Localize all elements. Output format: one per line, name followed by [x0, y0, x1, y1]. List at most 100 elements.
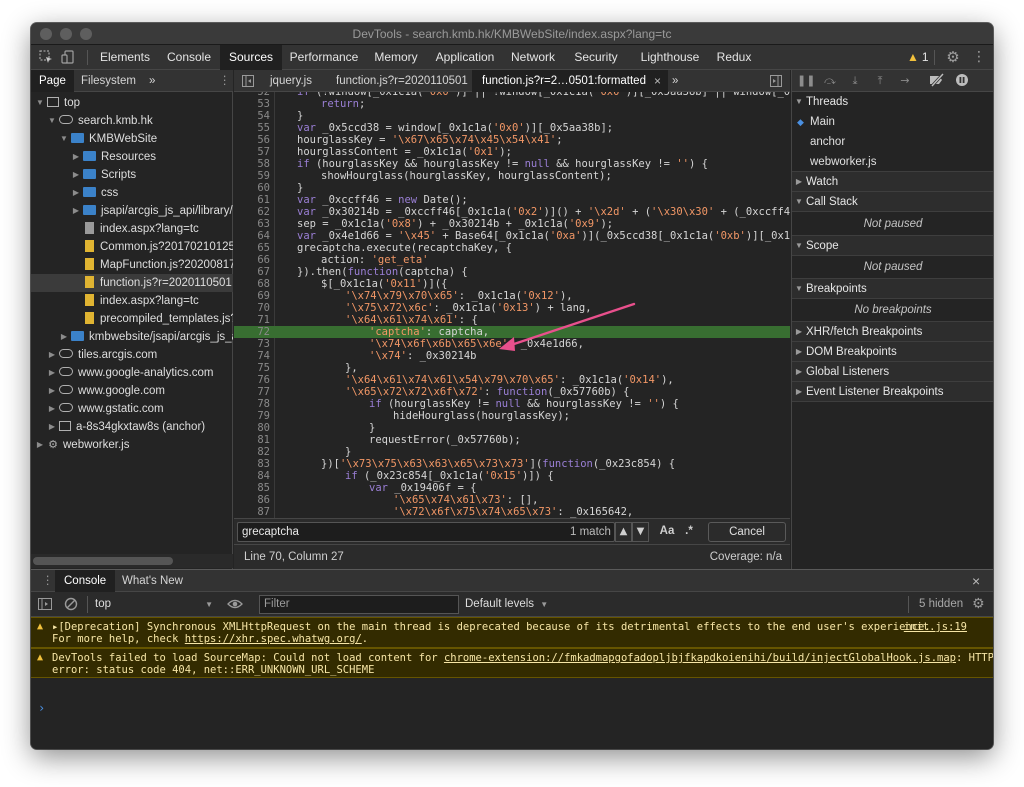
tree-item[interactable]: ▶ tiles.arcgis.com	[31, 346, 233, 364]
step-into-icon[interactable]: ⤓	[847, 73, 863, 89]
line-number[interactable]: 74	[234, 350, 270, 362]
clear-console-icon[interactable]	[64, 597, 78, 611]
console-settings-gear-icon[interactable]: ⚙	[972, 596, 985, 612]
drawer-tab-console[interactable]: Console	[55, 570, 116, 592]
pause-on-exceptions-icon[interactable]	[954, 73, 970, 89]
toggle-navigator-icon[interactable]	[240, 70, 256, 92]
collapsed-arrow-icon[interactable]: ▶	[71, 148, 81, 166]
live-expression-eye-icon[interactable]	[227, 597, 243, 611]
code-line[interactable]: 61 var _0xccff46 = new Date();	[234, 194, 790, 206]
code-line[interactable]: 64 var _0x4e1d66 = '\x45' + Base64[_0x1c1…	[234, 230, 790, 242]
xhr-breakpoints-header[interactable]: ▶ XHR/fetch Breakpoints	[792, 322, 993, 342]
tree-item[interactable]: ▶ css	[31, 184, 233, 202]
close-drawer-icon[interactable]: ×	[963, 570, 989, 592]
line-number[interactable]: 66	[234, 254, 270, 266]
code-line[interactable]: 59 showHourglass(hourglassKey, hourglassC…	[234, 170, 790, 182]
line-number[interactable]: 54	[234, 110, 270, 122]
log-levels-dropdown[interactable]: Default levels ▼	[465, 592, 548, 617]
code-line[interactable]: 74 '\x74': _0x30214b	[234, 350, 790, 362]
collapsed-arrow-icon[interactable]: ▶	[59, 328, 69, 346]
code-line[interactable]: 56 hourglassKey = '\x67\x65\x74\x45\x54\x…	[234, 134, 790, 146]
expanded-arrow-icon[interactable]: ▼	[47, 112, 57, 130]
line-number[interactable]: 57	[234, 146, 270, 158]
code-line[interactable]: 84 if (_0x23c854[_0x1c1a('0x15')]) {	[234, 470, 790, 482]
scope-header[interactable]: ▼ Scope	[792, 236, 993, 256]
code-line[interactable]: 76 '\x64\x61\x74\x61\x54\x79\x70\x65': _0…	[234, 374, 790, 386]
collapsed-arrow-icon[interactable]: ▶	[35, 436, 45, 454]
cancel-search-button[interactable]: Cancel	[708, 522, 786, 542]
xhr-spec-link[interactable]: https://xhr.spec.whatwg.org/	[185, 633, 362, 645]
tree-item[interactable]: ▶ Scripts	[31, 166, 233, 184]
coverage-status[interactable]: Coverage: n/a	[710, 545, 782, 570]
tree-item[interactable]: ▶ a-8s34gkxtaw8s (anchor)	[31, 418, 233, 436]
expanded-arrow-icon[interactable]: ▼	[35, 94, 45, 112]
line-number[interactable]: 86	[234, 494, 270, 506]
line-number[interactable]: 58	[234, 158, 270, 170]
tab-sources[interactable]: Sources	[220, 45, 282, 70]
code-line[interactable]: 87 '\x72\x6f\x75\x74\x65\x73': _0x165642,	[234, 506, 790, 518]
code-line[interactable]: 78 if (hourglassKey != null && hourglassK…	[234, 398, 790, 410]
collapsed-arrow-icon[interactable]: ▶	[71, 166, 81, 184]
next-match-icon[interactable]: ▼	[632, 522, 649, 542]
line-number[interactable]: 59	[234, 170, 270, 182]
code-line[interactable]: 80}	[234, 422, 790, 434]
dom-breakpoints-header[interactable]: ▶ DOM Breakpoints	[792, 342, 993, 362]
watch-header[interactable]: ▶ Watch	[792, 172, 993, 192]
tab-security[interactable]: Security	[568, 45, 624, 70]
event-listener-breakpoints-header[interactable]: ▶ Event Listener Breakpoints	[792, 382, 993, 402]
pause-icon[interactable]: ❚❚	[797, 73, 815, 89]
toggle-debugger-icon[interactable]	[768, 70, 784, 92]
tree-item[interactable]: ▶ Resources	[31, 148, 233, 166]
show-sidebar-icon[interactable]	[38, 597, 52, 611]
collapsed-arrow-icon[interactable]: ▶	[47, 400, 57, 418]
tree-item[interactable]: function.js?r=2020110501	[31, 274, 233, 292]
tab-redux[interactable]: Redux	[713, 45, 755, 70]
thread-main[interactable]: ◆ Main	[792, 112, 993, 132]
code-line[interactable]: 67}).then(function(captcha) {	[234, 266, 790, 278]
call-stack-header[interactable]: ▼ Call Stack	[792, 192, 993, 212]
line-number[interactable]: 61	[234, 194, 270, 206]
console-warning-message[interactable]: ▲ DevTools failed to load SourceMap: Cou…	[31, 648, 993, 678]
line-number[interactable]: 80	[234, 422, 270, 434]
line-number[interactable]: 81	[234, 434, 270, 446]
thread-webworker[interactable]: webworker.js	[792, 152, 993, 172]
tree-item[interactable]: ▼ search.kmb.hk	[31, 112, 233, 130]
scrollbar-thumb[interactable]	[33, 557, 173, 565]
previous-match-icon[interactable]: ▲	[615, 522, 632, 542]
code-line[interactable]: 75},	[234, 362, 790, 374]
tree-item[interactable]: ▶ jsapi/arcgis_js_api/library/3.	[31, 202, 233, 220]
expanded-arrow-icon[interactable]: ▼	[59, 130, 69, 148]
tree-item[interactable]: ▼ KMBWebSite	[31, 130, 233, 148]
code-line[interactable]: 79 hideHourglass(hourglassKey);	[234, 410, 790, 422]
tab-application[interactable]: Application	[431, 45, 499, 70]
device-toolbar-icon[interactable]	[60, 49, 76, 65]
editor-tab-jquery[interactable]: jquery.js	[262, 70, 320, 92]
line-number[interactable]: 67	[234, 266, 270, 278]
code-line[interactable]: 86 '\x65\x74\x61\x73': [],	[234, 494, 790, 506]
line-number[interactable]: 84	[234, 470, 270, 482]
match-case-button[interactable]: Aa	[656, 522, 678, 542]
line-number[interactable]: 63	[234, 218, 270, 230]
line-number[interactable]: 75	[234, 362, 270, 374]
tab-console[interactable]: Console	[162, 45, 216, 70]
tab-performance[interactable]: Performance	[286, 45, 362, 70]
code-line[interactable]: 66 action: 'get_eta'	[234, 254, 790, 266]
code-line[interactable]: 55 var _0x5ccd38 = window[_0x1c1a('0x0')]…	[234, 122, 790, 134]
line-number[interactable]: 60	[234, 182, 270, 194]
line-number[interactable]: 85	[234, 482, 270, 494]
tree-item[interactable]: index.aspx?lang=tc	[31, 220, 233, 238]
global-listeners-header[interactable]: ▶ Global Listeners	[792, 362, 993, 382]
step-icon[interactable]: →	[897, 73, 913, 89]
tree-item[interactable]: ▼ top	[31, 94, 233, 112]
tab-page[interactable]: Page	[31, 70, 74, 92]
tree-item[interactable]: Common.js?20170210125	[31, 238, 233, 256]
code-line[interactable]: 65 grecaptcha.execute(recaptchaKey, {	[234, 242, 790, 254]
line-number[interactable]: 78	[234, 398, 270, 410]
code-line[interactable]: 58 if (hourglassKey && hourglassKey != nu…	[234, 158, 790, 170]
context-selector[interactable]: top ▼	[89, 595, 217, 614]
thread-anchor[interactable]: anchor	[792, 132, 993, 152]
tree-item[interactable]: ▶ kmbwebsite/jsapi/arcgis_js_ap	[31, 328, 233, 346]
console-filter-input[interactable]: Filter	[259, 595, 459, 614]
code-line[interactable]: 54}	[234, 110, 790, 122]
navigator-scrollbar[interactable]	[31, 554, 233, 568]
